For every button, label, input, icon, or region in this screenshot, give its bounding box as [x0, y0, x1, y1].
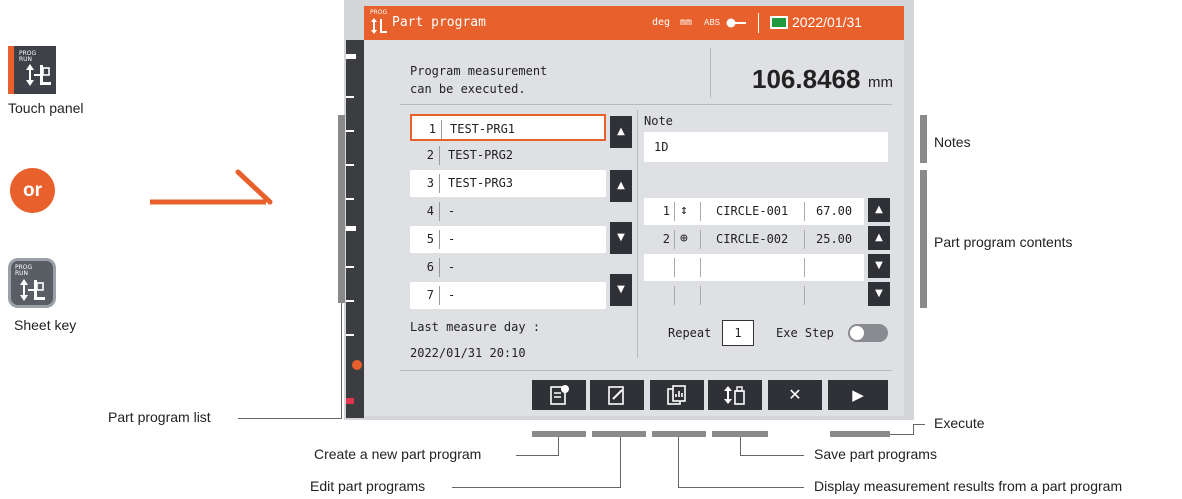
callout-display: Display measurement results from a part …	[814, 478, 1123, 494]
measured-value: 106.8468	[752, 64, 861, 94]
contents-scroll-top-button[interactable]: ▲	[868, 198, 890, 222]
program-row[interactable]: 6-	[410, 254, 606, 281]
status-date: 2022/01/31	[792, 14, 863, 30]
program-row[interactable]: 4-	[410, 198, 606, 225]
content-row[interactable]: 1 ↕ CIRCLE-001 67.00	[644, 198, 864, 225]
callout-part-program-list: Part program list	[108, 409, 211, 425]
arrow-right-icon	[150, 169, 273, 205]
exe-step-label: Exe Step	[776, 326, 834, 340]
callout-execute: Execute	[934, 415, 985, 431]
last-measure-value: 2022/01/31 20:10	[410, 346, 526, 360]
note-field[interactable]: 1D	[644, 132, 888, 162]
close-icon: ✕	[788, 385, 802, 404]
or-badge: or	[10, 168, 55, 213]
touch-panel-label: Touch panel	[8, 100, 84, 116]
position-marker-icon	[352, 360, 362, 370]
list-scroll-down-button[interactable]: ▼	[610, 222, 632, 254]
note-label: Note	[644, 114, 673, 128]
last-measure-label: Last measure day :	[410, 320, 541, 334]
contents-scroll-up-button[interactable]: ▲	[868, 226, 890, 250]
screen-title: Part program	[392, 15, 486, 30]
edit-document-icon	[608, 386, 624, 405]
play-icon: ▶	[852, 386, 864, 404]
status-message: Program measurement can be executed.	[410, 64, 548, 96]
unit-deg: deg	[652, 17, 671, 28]
contents-scroll-bottom-button[interactable]: ▼	[868, 282, 890, 306]
callout-notes: Notes	[934, 134, 971, 150]
prog-run-symbol-icon	[26, 64, 51, 86]
execute-button[interactable]: ▶	[828, 380, 888, 410]
delete-button[interactable]: ✕	[768, 380, 822, 410]
content-row[interactable]: 2 ⊕ CIRCLE-002 25.00	[644, 226, 864, 253]
repeat-input[interactable]: 1	[722, 320, 754, 346]
side-scale	[346, 40, 364, 418]
program-row[interactable]: 1 TEST-PRG1	[410, 114, 606, 141]
callout-edit: Edit part programs	[310, 478, 426, 494]
program-row[interactable]: 7-	[410, 282, 606, 309]
sheet-key-label: Sheet key	[14, 317, 77, 333]
callout-save: Save part programs	[814, 446, 937, 462]
program-row[interactable]: 2 TEST-PRG2	[410, 142, 606, 169]
program-row[interactable]: 3 TEST-PRG3	[410, 170, 606, 197]
prog-icon-text: PROG	[370, 9, 388, 16]
new-document-icon	[550, 385, 569, 405]
save-programs-button[interactable]	[708, 380, 762, 410]
prog-run-touch-key-icon: PROG RUN	[8, 46, 56, 94]
exe-step-toggle[interactable]	[848, 324, 888, 342]
display-results-button[interactable]	[650, 380, 704, 410]
contents-scroll-down-button[interactable]: ▼	[868, 254, 890, 278]
results-document-icon	[667, 385, 686, 405]
measured-unit: mm	[868, 74, 893, 91]
mode-abs: ABS	[704, 18, 721, 27]
key-lock-icon	[726, 18, 746, 28]
repeat-label: Repeat	[668, 326, 712, 340]
create-program-button[interactable]	[532, 380, 586, 410]
dimension-icon: ↕	[680, 203, 688, 218]
title-bar: PROG Part program deg mm ABS 2022/01/31	[364, 6, 904, 40]
unit-mm: mm	[680, 17, 693, 28]
list-scroll-up-button[interactable]: ▲	[610, 170, 632, 202]
list-scroll-top-button[interactable]: ▲	[610, 116, 632, 148]
program-row[interactable]: 5-	[410, 226, 606, 253]
prog-run-title-icon	[371, 18, 387, 34]
edit-program-button[interactable]	[590, 380, 644, 410]
circle-icon: ⊕	[680, 231, 688, 246]
prog-run-sheet-key-icon: PROG RUN	[8, 258, 56, 308]
list-scroll-bottom-button[interactable]: ▼	[610, 274, 632, 306]
content-row[interactable]	[644, 282, 864, 309]
callout-contents: Part program contents	[934, 234, 1073, 250]
prog-run-symbol-icon	[20, 279, 45, 301]
usb-transfer-icon	[724, 386, 745, 405]
battery-icon	[770, 16, 788, 29]
content-row[interactable]	[644, 254, 864, 281]
callout-create: Create a new part program	[314, 446, 482, 462]
